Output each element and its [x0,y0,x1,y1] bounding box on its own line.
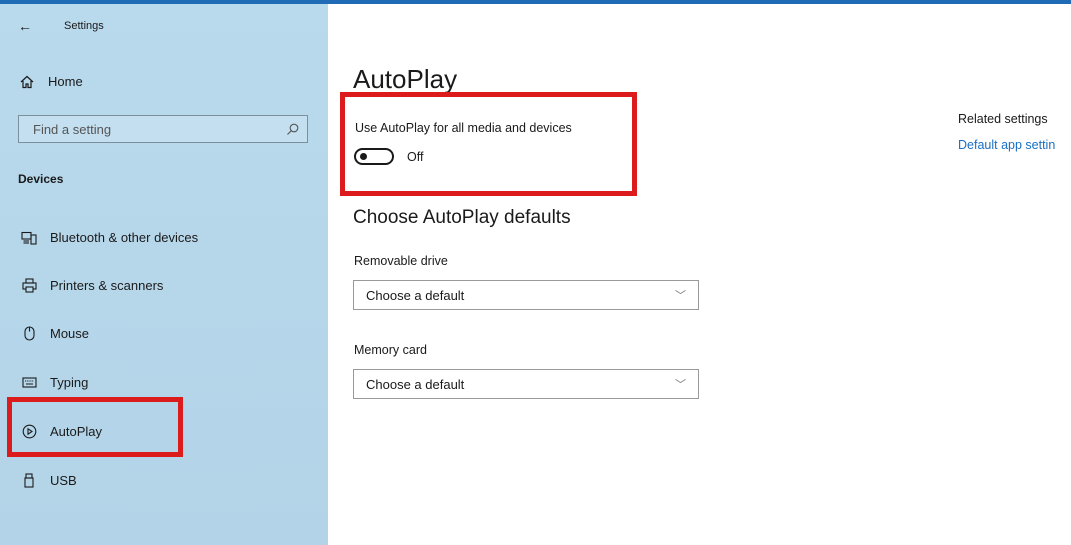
autoplay-toggle-row: Off [354,148,423,165]
sidebar-item-bluetooth[interactable]: Bluetooth & other devices [20,230,198,245]
chevron-down-icon: ﹀ [675,379,686,391]
dropdown-value: Choose a default [366,376,465,392]
autoplay-icon [20,424,38,439]
title-bar: ← Settings [18,18,104,34]
removable-drive-dropdown[interactable]: Choose a default ﹀ [353,280,699,310]
page-title: AutoPlay [353,64,458,94]
mouse-icon [20,326,38,341]
back-arrow-icon[interactable]: ← [18,18,38,34]
sidebar: ← Settings Home Devices Bluetooth & othe… [0,4,328,545]
sidebar-item-label: USB [50,473,77,488]
sidebar-item-mouse[interactable]: Mouse [20,326,89,341]
sidebar-item-usb[interactable]: USB [20,473,77,488]
printer-icon [20,278,38,293]
memory-card-label: Memory card [354,343,427,357]
sidebar-item-printers[interactable]: Printers & scanners [20,278,163,293]
sidebar-item-typing[interactable]: Typing [20,375,88,390]
app-title: Settings [64,20,104,32]
defaults-heading: Choose AutoPlay defaults [353,207,571,228]
toggle-state-text: Off [407,149,424,164]
sidebar-item-label: Printers & scanners [50,278,164,293]
search-box[interactable] [18,115,308,143]
removable-drive-label: Removable drive [354,254,448,268]
home-label: Home [48,74,83,89]
bluetooth-devices-icon [20,231,38,245]
autoplay-toggle[interactable] [354,148,394,165]
default-app-settings-link[interactable]: Default app settin [958,138,1055,152]
section-label-devices: Devices [18,172,64,186]
memory-card-dropdown[interactable]: Choose a default ﹀ [353,369,699,399]
usb-icon [20,473,38,488]
toggle-knob [360,153,367,160]
sidebar-item-label: Bluetooth & other devices [50,230,199,245]
keyboard-icon [20,377,38,388]
home-nav[interactable]: Home [20,74,83,89]
highlight-box-toggle [340,92,637,196]
autoplay-toggle-label: Use AutoPlay for all media and devices [355,121,572,135]
sidebar-item-label: Mouse [50,326,90,341]
dropdown-value: Choose a default [366,287,465,303]
sidebar-item-label: Typing [50,375,89,390]
sidebar-item-label: AutoPlay [50,424,103,439]
chevron-down-icon: ﹀ [675,290,686,302]
related-settings-title: Related settings [958,112,1048,126]
search-input[interactable] [31,120,275,138]
sidebar-item-autoplay[interactable]: AutoPlay [20,424,102,439]
home-icon [20,75,34,88]
search-icon[interactable] [286,123,299,136]
